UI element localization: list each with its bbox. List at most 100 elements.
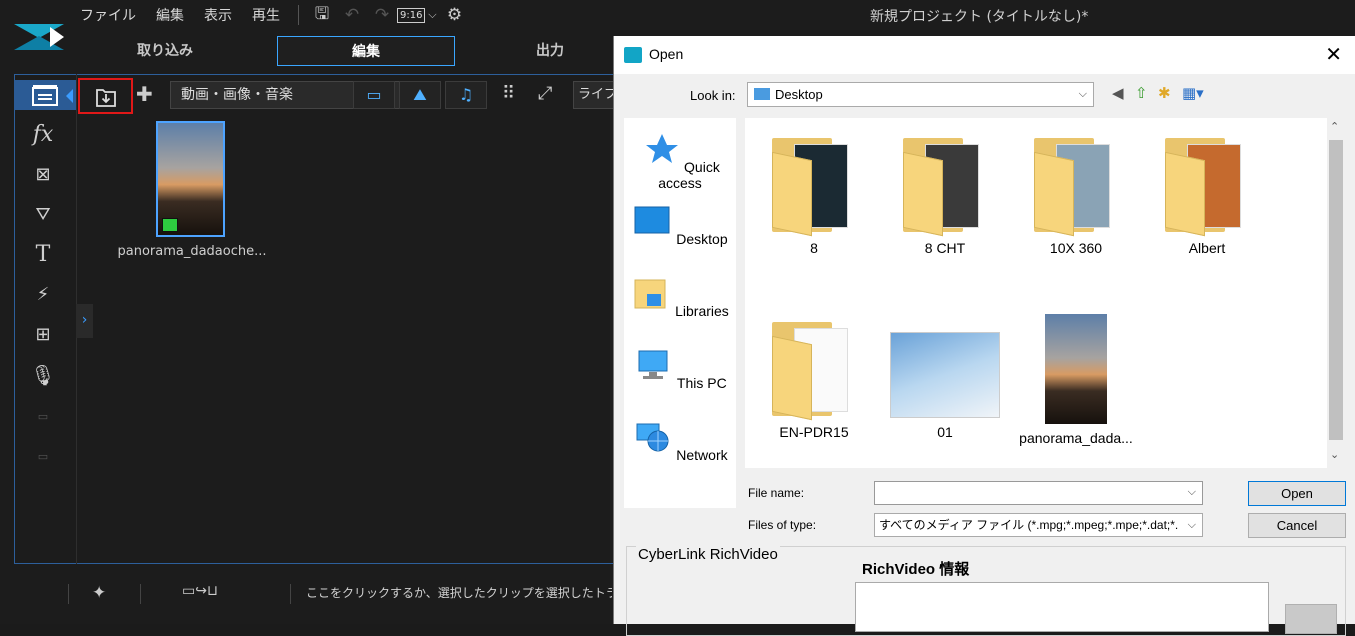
magic-tools-icon[interactable]: ✦ (92, 583, 106, 603)
file-name-input[interactable]: ⌵ (874, 481, 1203, 505)
tab-edit[interactable]: 編集 (277, 36, 455, 66)
file-item[interactable]: Albert (1147, 134, 1267, 256)
separator (290, 584, 291, 604)
audio-mixing-room-icon[interactable]: ⊞ (28, 320, 58, 350)
insert-to-track-icon[interactable]: ▭↪⊔ (182, 583, 218, 599)
file-list-scrollbar[interactable]: ⌃ ⌄ (1327, 118, 1345, 468)
powerdirector-window: ファイル 編集 表示 再生 🖫 ↶ ↷ 9:16 ⌵ ⚙ 新規プロジェクト (タ… (0, 0, 1355, 636)
transition-room-icon[interactable]: ⚡ (28, 280, 58, 310)
room-rail: fx ⊠ ⛛ T ⚡ ⊞ 🎙 ▭ ▭ (14, 74, 76, 564)
active-room-indicator (66, 89, 73, 103)
richvideo-info-area (855, 582, 1269, 632)
particle-room-icon[interactable]: ⛛ (28, 200, 58, 230)
files-of-type-dropdown[interactable]: すべてのメディア ファイル (*.mpg;*.mpeg;*.mpe;*.dat;… (874, 513, 1203, 537)
file-label: panorama_dada... (1019, 430, 1133, 446)
file-label: 8 CHT (924, 240, 966, 256)
undo-icon[interactable]: ↶ (337, 5, 367, 25)
scroll-up-icon[interactable]: ⌃ (1330, 120, 1339, 133)
files-of-type-label: Files of type: (748, 518, 817, 532)
menu-file[interactable]: ファイル (70, 5, 146, 25)
grid-view-icon[interactable]: ⠿ (502, 83, 515, 104)
look-in-dropdown[interactable]: Desktop ⌵ (747, 82, 1094, 107)
video-clip-badge-icon (162, 218, 178, 232)
menu-play[interactable]: 再生 (242, 5, 290, 25)
clip-name: panorama_dadaoche... (117, 244, 267, 259)
image-thumbnail (1045, 314, 1107, 424)
new-folder-icon[interactable]: ✱ (1158, 84, 1171, 102)
file-label: EN-PDR15 (779, 424, 849, 440)
richvideo-preview-thumbnail (1285, 604, 1337, 634)
back-icon[interactable]: ◀ (1112, 84, 1124, 102)
close-icon[interactable]: ✕ (1325, 42, 1342, 67)
tab-produce[interactable]: 出力 (475, 36, 625, 66)
place-label: Libraries (675, 303, 729, 319)
desktop-folder-icon (754, 88, 770, 100)
place-network[interactable]: Network (624, 420, 736, 463)
pip-room-icon[interactable]: ⊠ (28, 160, 58, 190)
menu-view[interactable]: 表示 (194, 5, 242, 25)
aspect-ratio-selector[interactable]: 9:16 (397, 7, 426, 23)
place-libraries[interactable]: Libraries (624, 276, 736, 319)
settings-gear-icon[interactable]: ⚙ (439, 5, 469, 25)
look-in-value: Desktop (775, 87, 823, 102)
filter-audio-button[interactable]: ♫ (445, 81, 487, 109)
file-list: 8 8 CHT 10X 360 Albert EN-PDR15 01 panor… (745, 118, 1327, 468)
file-item[interactable]: 10X 360 (1016, 134, 1136, 256)
view-menu-icon[interactable]: ▦▾ (1182, 84, 1204, 102)
file-label: 8 (810, 240, 818, 256)
menu-edit[interactable]: 編集 (146, 5, 194, 25)
expand-panel-chevron-icon[interactable]: › (76, 304, 93, 338)
file-label: Albert (1188, 240, 1226, 256)
filter-video-button[interactable]: ▭ (353, 81, 395, 109)
place-this-pc[interactable]: This PC (624, 348, 736, 391)
file-item[interactable]: EN-PDR15 (754, 318, 874, 440)
expand-view-icon[interactable]: ⤢ (538, 83, 552, 104)
filter-image-button[interactable]: ⛰ (399, 81, 441, 109)
dialog-title: Open (649, 46, 684, 62)
chevron-down-icon[interactable]: ⌵ (1188, 486, 1196, 499)
richvideo-info-label: RichVideo 情報 (862, 561, 970, 578)
voiceover-microphone-icon[interactable]: 🎙 (28, 360, 58, 390)
dialog-titlebar: Open ✕ (614, 36, 1355, 74)
chapter-room-icon[interactable]: ▭ (28, 402, 58, 432)
tab-capture[interactable]: 取り込み (75, 36, 255, 66)
look-in-label: Look in: (690, 88, 736, 103)
plugin-puzzle-icon[interactable]: ✚ (136, 82, 153, 106)
desktop-icon (634, 206, 670, 234)
place-label: This PC (676, 375, 727, 391)
fx-room-icon[interactable]: fx (28, 120, 58, 150)
media-room-panel (14, 74, 614, 564)
import-media-button[interactable] (78, 78, 133, 114)
chevron-down-icon[interactable]: ⌵ (425, 8, 439, 22)
place-desktop[interactable]: Desktop (624, 204, 736, 247)
chevron-down-icon: ⌵ (1187, 519, 1196, 531)
file-item[interactable]: 8 CHT (885, 134, 1005, 256)
open-button[interactable]: Open (1248, 481, 1346, 506)
separator (68, 584, 69, 604)
place-quick-access[interactable]: Quick access (624, 132, 736, 191)
subtitle-room-icon[interactable]: ▭ (28, 442, 58, 472)
scroll-down-icon[interactable]: ⌄ (1330, 448, 1339, 461)
scroll-thumb[interactable] (1329, 140, 1343, 440)
folder-icon (1165, 134, 1249, 237)
media-clip-thumbnail[interactable] (156, 121, 225, 237)
network-globe-icon (636, 423, 669, 452)
up-folder-icon[interactable]: ⇧ (1135, 84, 1148, 102)
file-item[interactable]: 8 (754, 134, 874, 256)
file-label: 10X 360 (1049, 240, 1103, 256)
file-name-label: File name: (748, 486, 805, 500)
dialog-app-icon (624, 47, 642, 63)
file-item[interactable]: 01 (885, 318, 1005, 440)
title-room-icon[interactable]: T (28, 240, 58, 270)
folder-icon (772, 134, 856, 237)
file-item[interactable]: panorama_dada... (1016, 314, 1136, 446)
place-label: Network (676, 447, 728, 463)
toolbar-separator (298, 5, 299, 25)
save-icon[interactable]: 🖫 (307, 1, 337, 30)
cancel-button[interactable]: Cancel (1248, 513, 1346, 538)
chevron-down-icon: ⌵ (1078, 88, 1087, 100)
folder-icon (772, 318, 856, 421)
place-label: Desktop (676, 231, 728, 247)
redo-icon[interactable]: ↷ (367, 5, 397, 25)
app-logo-icon (14, 24, 64, 50)
